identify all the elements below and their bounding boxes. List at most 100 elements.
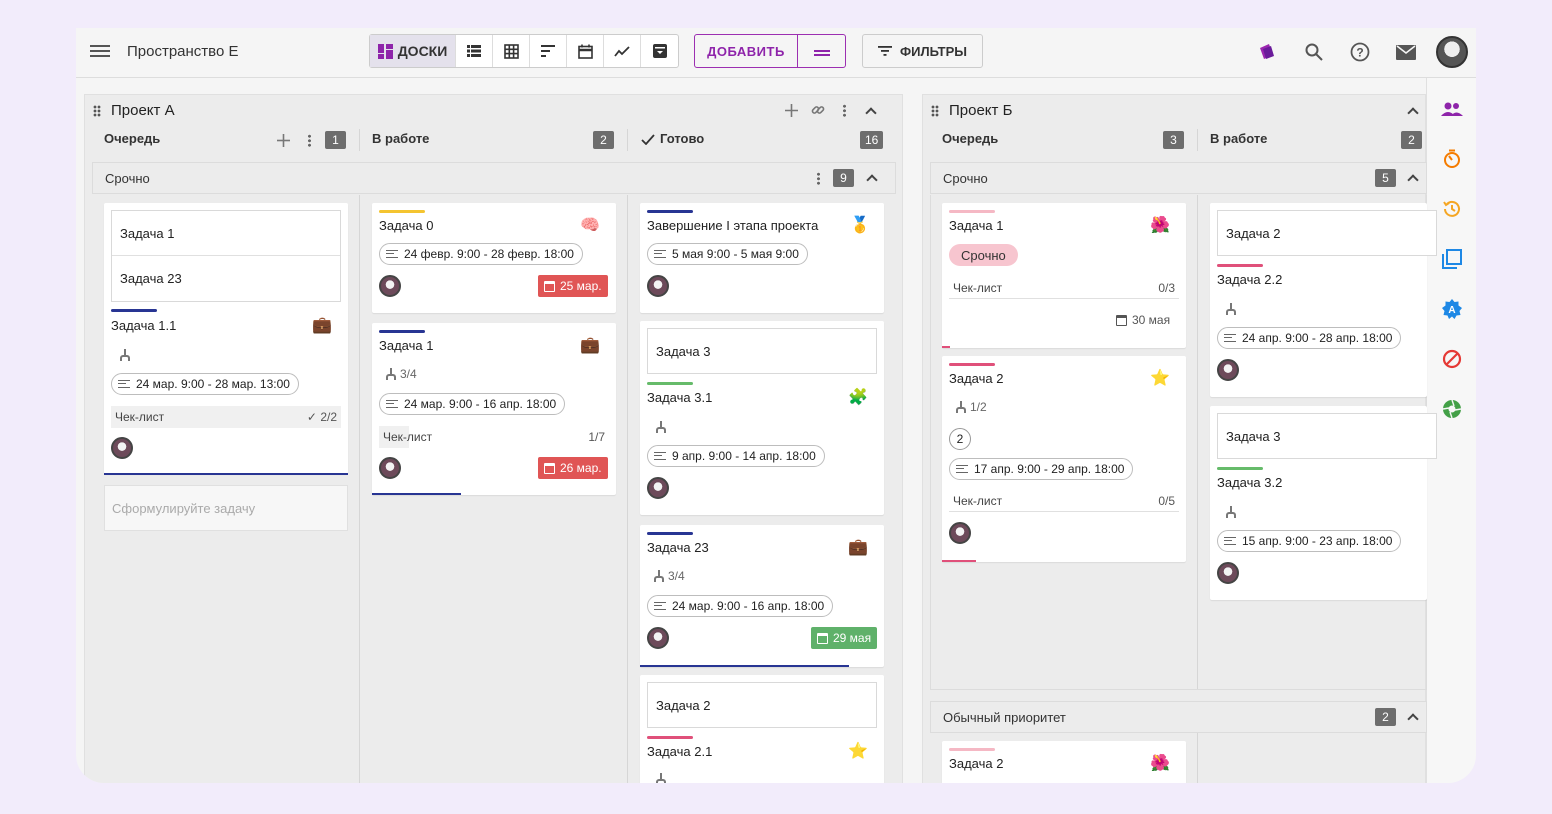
checklist[interactable]: Чек-лист 0/3: [949, 277, 1179, 299]
calendar-view-button[interactable]: [567, 35, 604, 67]
nested-task[interactable]: Задача 3: [648, 329, 876, 374]
boards-view-button[interactable]: ДОСКИ: [370, 35, 456, 67]
task-card[interactable]: Задача 1 💼 3/4 24 мар. 9:00 - 16 апр. 18…: [372, 323, 616, 495]
avatar[interactable]: [647, 275, 669, 297]
more-icon[interactable]: [843, 104, 846, 117]
checklist[interactable]: Чек-лист ✓ 2/2: [111, 406, 341, 428]
badge-a-icon[interactable]: A: [1441, 298, 1463, 320]
chart-view-button[interactable]: [604, 35, 641, 67]
nested-task[interactable]: Задача 2: [1218, 211, 1436, 256]
column-more-icon[interactable]: [308, 134, 311, 147]
due-date-badge[interactable]: 30 мая: [1110, 309, 1176, 331]
link-icon[interactable]: [811, 103, 825, 117]
date-range-pill[interactable]: 24 февр. 9:00 - 28 февр. 18:00: [379, 243, 583, 265]
date-range-pill[interactable]: 24 мар. 9:00 - 16 апр. 18:00: [647, 595, 834, 617]
mail-icon[interactable]: [1395, 41, 1417, 63]
archive-view-button[interactable]: [641, 35, 678, 67]
color-strip: [1217, 264, 1263, 267]
task-card[interactable]: Задача 2 🌺: [942, 741, 1186, 783]
due-date-badge[interactable]: 26 мар.: [538, 457, 608, 479]
due-date-badge[interactable]: 29 мая: [811, 627, 878, 649]
blocked-icon[interactable]: [1441, 348, 1463, 370]
people-icon[interactable]: [1441, 98, 1463, 120]
table-view-button[interactable]: [493, 35, 530, 67]
nested-task[interactable]: Задача 1: [112, 211, 340, 256]
due-date-badge[interactable]: 25 мар.: [538, 275, 608, 297]
view-switcher: ДОСКИ: [369, 34, 679, 68]
task-card[interactable]: Задача 2 Задача 2.1 ⭐: [640, 675, 884, 783]
avatar[interactable]: [111, 437, 133, 459]
copy-icon[interactable]: [1441, 248, 1463, 270]
avatar[interactable]: [949, 522, 971, 544]
help-icon[interactable]: ?: [1349, 41, 1371, 63]
grid-icon: [503, 43, 519, 59]
date-range-pill[interactable]: 17 апр. 9:00 - 29 апр. 18:00: [949, 458, 1134, 480]
avatar[interactable]: [647, 477, 669, 499]
add-button[interactable]: ДОБАВИТЬ: [695, 35, 798, 67]
nested-tasks: Задача 2: [647, 682, 877, 728]
add-task-icon[interactable]: [277, 134, 290, 147]
checklist[interactable]: Чек-лист 1/7: [379, 426, 609, 448]
add-menu-button[interactable]: [798, 35, 845, 67]
task-card[interactable]: Задача 1 🌺 Срочно Чек-лист 0/3 30 мая: [942, 203, 1186, 348]
task-card[interactable]: Задача 0 🧠 24 февр. 9:00 - 28 февр. 18:0…: [372, 203, 616, 313]
list-view-button[interactable]: [456, 35, 493, 67]
task-card[interactable]: Завершение I этапа проекта 🥇 5 мая 9:00 …: [640, 203, 884, 313]
checklist[interactable]: Чек-лист 0/5: [949, 490, 1179, 512]
task-card[interactable]: Задача 2 Задача 2.2 24 апр. 9:00 - 28 ап…: [1210, 203, 1437, 397]
filters-button[interactable]: ФИЛЬТРЫ: [862, 34, 983, 68]
task-card[interactable]: Задача 3 Задача 3.1 🧩 9 апр. 9:00 - 14 а…: [640, 321, 884, 515]
date-range-pill[interactable]: 9 апр. 9:00 - 14 апр. 18:00: [647, 445, 825, 467]
menu-icon[interactable]: [90, 42, 110, 60]
card-title: Задача 1.1: [111, 318, 177, 333]
avatar[interactable]: [379, 457, 401, 479]
nested-task[interactable]: Задача 23: [112, 256, 340, 301]
avatar[interactable]: [1217, 562, 1239, 584]
drag-handle-icon[interactable]: [931, 105, 939, 117]
shutter-icon[interactable]: [1441, 398, 1463, 420]
task-card[interactable]: Задача 3 Задача 3.2 15 апр. 9:00 - 23 ап…: [1210, 406, 1437, 600]
boards-label: ДОСКИ: [397, 43, 448, 59]
swimlane-count: 5: [1375, 169, 1396, 187]
date-range: 24 мар. 9:00 - 16 апр. 18:00: [404, 397, 557, 411]
calendar-icon: [817, 632, 828, 644]
add-icon[interactable]: [785, 104, 798, 117]
swimlane-more-icon[interactable]: [817, 172, 820, 185]
subtasks: [655, 773, 667, 783]
color-strip: [949, 748, 995, 751]
nested-task[interactable]: Задача 3: [1218, 414, 1436, 459]
date-range-pill[interactable]: 24 мар. 9:00 - 16 апр. 18:00: [379, 393, 566, 415]
date-range-pill[interactable]: 24 апр. 9:00 - 28 апр. 18:00: [1217, 327, 1402, 349]
color-strip: [647, 532, 693, 535]
task-card[interactable]: Задача 23 💼 3/4 24 мар. 9:00 - 16 апр. 1…: [640, 525, 884, 667]
nested-tasks: Задача 3: [647, 328, 877, 374]
card-title: Задача 1: [379, 338, 434, 353]
swimlane-header[interactable]: Срочно: [930, 162, 1427, 194]
date-range-pill[interactable]: 15 апр. 9:00 - 23 апр. 18:00: [1217, 530, 1402, 552]
card-title: Задача 1: [949, 218, 1004, 233]
briefcase-icon: 💼: [312, 317, 332, 334]
history-icon[interactable]: [1441, 198, 1463, 220]
search-icon[interactable]: [1303, 41, 1325, 63]
swimlane-header[interactable]: Срочно: [92, 162, 896, 194]
swimlane-header[interactable]: Обычный приоритет: [930, 701, 1427, 733]
new-task-input[interactable]: Сформулируйте задачу: [104, 485, 348, 531]
collapse-icon[interactable]: [1407, 107, 1419, 119]
nested-task[interactable]: Задача 2: [648, 683, 876, 728]
date-range: 24 февр. 9:00 - 28 февр. 18:00: [404, 247, 574, 261]
calendar-icon: [1116, 314, 1127, 326]
gantt-view-button[interactable]: [530, 35, 567, 67]
avatar[interactable]: [1217, 359, 1239, 381]
date-range-pill[interactable]: 5 мая 9:00 - 5 мая 9:00: [647, 243, 808, 265]
avatar[interactable]: [647, 627, 669, 649]
date-range-pill[interactable]: 24 мар. 9:00 - 28 мар. 13:00: [111, 373, 299, 395]
avatar[interactable]: [379, 275, 401, 297]
urgent-tag[interactable]: Срочно: [949, 244, 1018, 266]
task-card[interactable]: Задача 1 Задача 23 Задача 1.1 💼 24 мар. …: [104, 203, 348, 475]
timer-icon[interactable]: [1441, 148, 1463, 170]
tickets-icon[interactable]: [1256, 41, 1278, 63]
drag-handle-icon[interactable]: [93, 105, 101, 117]
user-avatar[interactable]: [1436, 36, 1468, 68]
collapse-icon[interactable]: [865, 107, 877, 119]
task-card[interactable]: Задача 2 ⭐ 1/2 2 17 апр. 9:00 - 29 апр. …: [942, 356, 1186, 562]
